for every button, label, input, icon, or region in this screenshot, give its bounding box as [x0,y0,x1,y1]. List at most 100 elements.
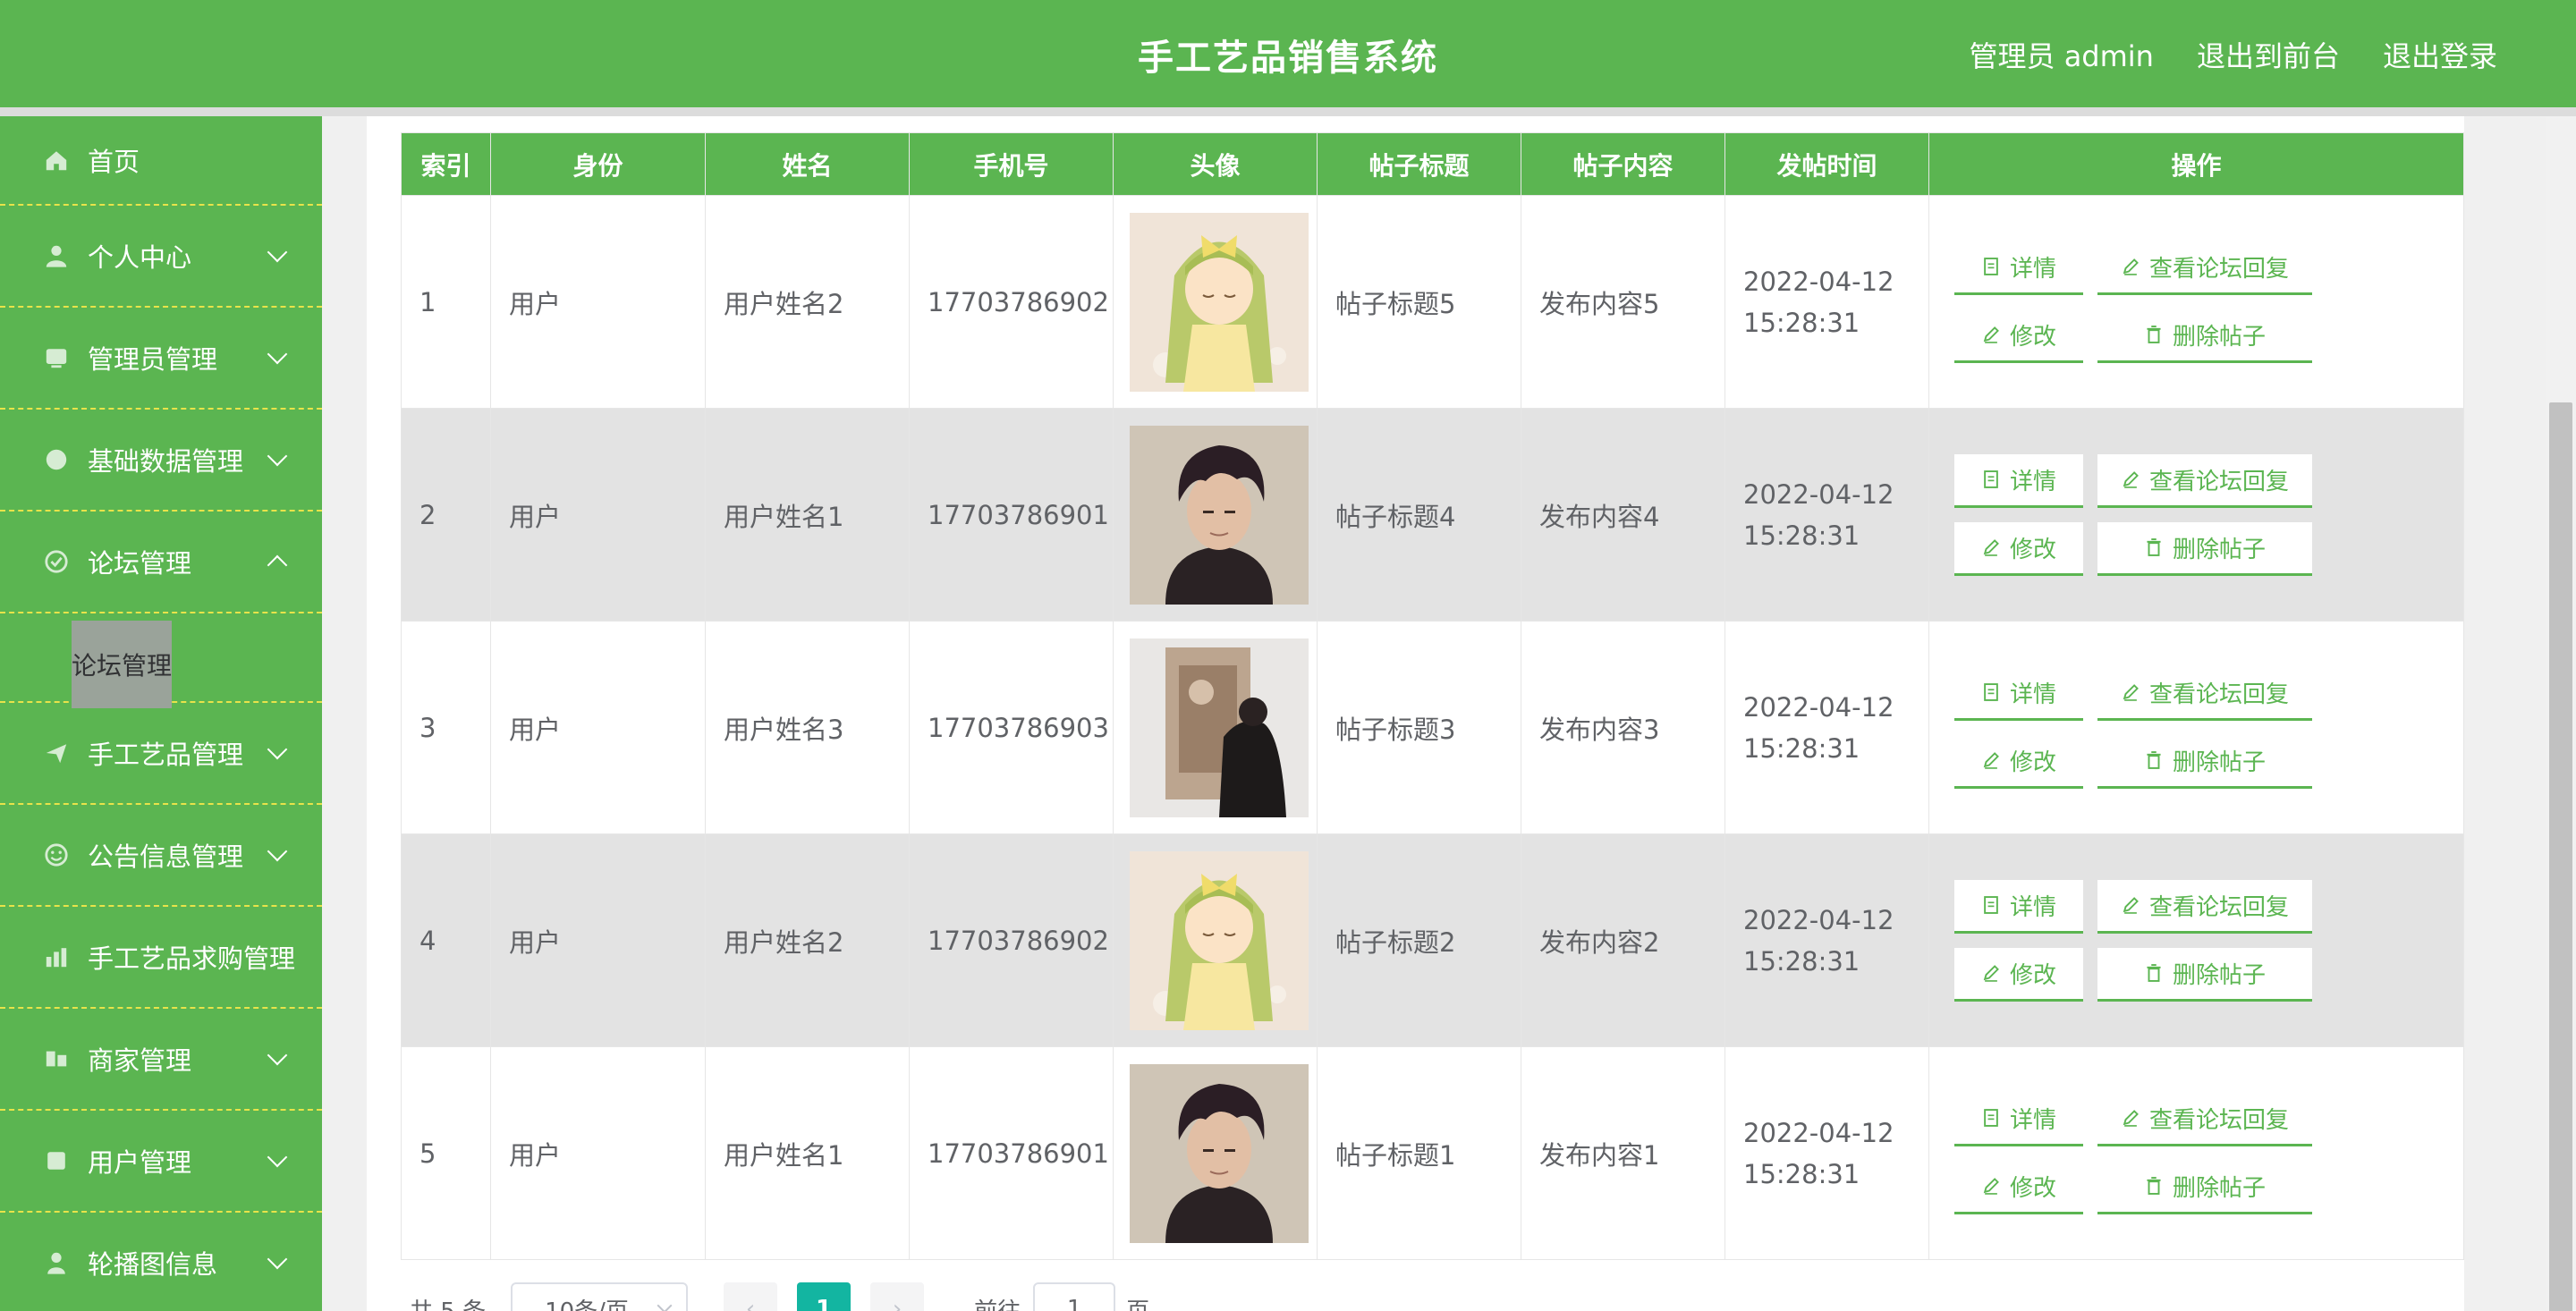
table-row[interactable]: 5 用户 用户姓名1 17703786901 帖子标题1 发布内容1 2022-04-12 … [401,1046,2464,1260]
sidebar-item-label: 用户管理 [88,1147,192,1178]
page-size-select[interactable]: 10条/页 [511,1282,689,1311]
table-row[interactable]: 1 用户 用户姓名2 17703786902 帖子标题5 发布内容5 2022-04-12 … [401,195,2464,409]
delete-post-button[interactable]: 删除帖子 [2097,735,2312,789]
sidebar-item[interactable]: 商家管理 [0,1009,322,1111]
cell-avatar [1113,833,1318,1047]
chart-icon [43,943,70,970]
document-icon [1984,258,1998,275]
smile-icon [43,842,70,868]
sidebar-item[interactable]: 轮播图信息 [0,1213,322,1311]
vertical-scrollbar[interactable] [2546,116,2576,1311]
edit-button[interactable]: 修改 [1954,735,2083,789]
edit-icon [1983,539,1999,556]
next-page-button[interactable]: › [870,1282,925,1311]
sidebar-item-label: 轮播图信息 [88,1249,218,1280]
edit-icon [1983,752,1999,769]
sidebar-item[interactable]: 个人中心 [0,206,322,308]
detail-button[interactable]: 详情 [1954,453,2083,508]
col-header-phone[interactable]: 手机号 [909,132,1114,196]
col-header-title[interactable]: 帖子标题 [1317,132,1521,196]
goto-page-input[interactable]: 1 [1033,1282,1116,1311]
detail-button[interactable]: 详情 [1954,879,2083,934]
chevron-down-icon [267,445,288,467]
edit-button[interactable]: 修改 [1954,309,2083,363]
chevron-down-icon [267,1248,288,1270]
sidebar-item-label: 手工艺品求购管理 [88,943,296,974]
col-header-content[interactable]: 帖子内容 [1521,132,1725,196]
cell-name: 用户姓名2 [705,833,910,1047]
sidebar-item[interactable]: 管理员管理 [0,308,322,410]
view-replies-label: 查看论坛回复 [2148,681,2289,708]
cell-title: 帖子标题4 [1317,408,1521,622]
col-header-avatar[interactable]: 头像 [1113,132,1318,196]
col-header-time[interactable]: 发帖时间 [1724,132,1929,196]
sidebar-item[interactable]: 手工艺品管理 [0,703,322,805]
edit-label: 修改 [2009,961,2056,989]
col-header-name[interactable]: 姓名 [705,132,910,196]
cell-avatar [1113,195,1318,409]
detail-button[interactable]: 详情 [1954,667,2083,721]
delete-post-label: 删除帖子 [2172,536,2266,563]
person-icon [43,1249,70,1276]
table-row[interactable]: 4 用户 用户姓名2 17703786902 帖子标题2 发布内容2 2022-04-12 … [401,833,2464,1047]
sidebar-item-label: 管理员管理 [88,344,218,375]
delete-post-button[interactable]: 删除帖子 [2097,309,2312,363]
avatar[interactable] [1130,1063,1317,1243]
cell-phone: 17703786901 [909,1046,1114,1260]
cell-phone: 17703786902 [909,195,1114,409]
database-icon [43,446,70,473]
trash-icon [2147,538,2161,556]
back-to-frontend-link[interactable]: 退出到前台 [2197,34,2340,75]
detail-button[interactable]: 详情 [1954,1093,2083,1146]
scrollbar-thumb[interactable] [2549,402,2572,1311]
table-row[interactable]: 2 用户 用户姓名1 17703786901 帖子标题4 发布内容4 2022-04-12 … [401,408,2464,622]
avatar[interactable] [1130,638,1317,817]
edit-button[interactable]: 修改 [1954,521,2083,576]
col-header-index[interactable]: 索引 [401,132,491,196]
pagination: 共 5 条 10条/页 ‹ 1 › 前往 1 页 [410,1282,1149,1311]
cell-phone: 17703786903 [909,621,1114,834]
delete-post-button[interactable]: 删除帖子 [2097,947,2312,1002]
avatar[interactable] [1130,850,1317,1030]
view-replies-button[interactable]: 查看论坛回复 [2097,241,2312,295]
table-row[interactable]: 3 用户 用户姓名3 17703786903 帖子标题3 发布内容3 2022-04-12 … [401,621,2464,834]
avatar[interactable] [1130,212,1317,392]
action-buttons: 详情 查看论坛回复 修改 删除帖子 [1954,1093,2463,1214]
edit-button[interactable]: 修改 [1954,947,2083,1002]
cell-time: 2022-04-12 15:28:31 [1724,1046,1929,1260]
sidebar-item[interactable]: 手工艺品求购管理 [0,907,322,1009]
sidebar-item[interactable]: 基础数据管理 [0,410,322,512]
submenu-item-forum[interactable]: 论坛管理 [72,621,172,708]
sidebar-item-label: 公告信息管理 [88,842,244,872]
edit-button[interactable]: 修改 [1954,1161,2083,1214]
sidebar-item[interactable]: 论坛管理 [0,512,322,613]
delete-post-button[interactable]: 删除帖子 [2097,1161,2312,1214]
admin-user-link[interactable]: 管理员 admin [1970,34,2154,75]
cell-name: 用户姓名3 [705,621,910,834]
view-replies-button[interactable]: 查看论坛回复 [2097,667,2312,721]
logout-link[interactable]: 退出登录 [2383,34,2497,75]
page-number-button[interactable]: 1 [797,1282,852,1311]
shop-icon [43,1045,70,1072]
view-replies-button[interactable]: 查看论坛回复 [2097,453,2312,508]
post-time: 2022-04-12 15:28:31 [1743,904,1894,977]
edit-icon [1983,326,1999,343]
sidebar-item[interactable]: 公告信息管理 [0,805,322,907]
sidebar-item[interactable]: 用户管理 [0,1111,322,1213]
sidebar-item[interactable]: 首页 [0,116,322,206]
col-header-role[interactable]: 身份 [490,132,706,196]
cell-time: 2022-04-12 15:28:31 [1724,621,1929,834]
view-replies-button[interactable]: 查看论坛回复 [2097,879,2312,934]
cell-name: 用户姓名2 [705,195,910,409]
avatar[interactable] [1130,425,1317,605]
edit-label: 修改 [2009,749,2056,776]
cell-name: 用户姓名1 [705,1046,910,1260]
delete-post-button[interactable]: 删除帖子 [2097,521,2312,576]
prev-page-button[interactable]: ‹ [724,1282,778,1311]
cell-index: 4 [401,833,491,1047]
cell-name: 用户姓名1 [705,408,910,622]
view-replies-button[interactable]: 查看论坛回复 [2097,1093,2312,1146]
edit-icon [2123,684,2139,701]
goto-label: 前往 [974,1293,1021,1311]
detail-button[interactable]: 详情 [1954,241,2083,295]
